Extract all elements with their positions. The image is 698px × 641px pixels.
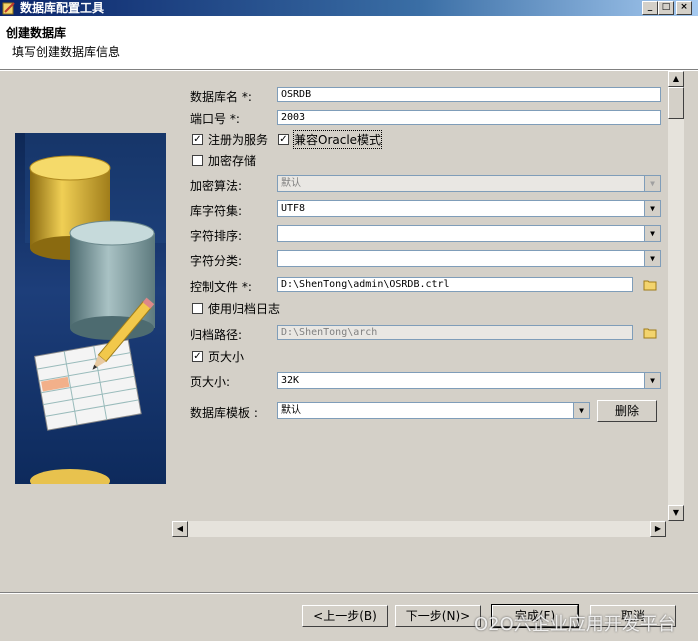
charset-value: UTF8 — [281, 203, 306, 214]
database-cylinders-icon — [25, 133, 166, 484]
page-title: 创建数据库 — [6, 26, 67, 40]
archive-path-input[interactable]: D:\ShenTong\arch — [277, 325, 633, 340]
charset-select[interactable]: UTF8 ▼ — [277, 200, 661, 217]
archive-path-label: 归档路径: — [190, 328, 243, 342]
page-size-value: 32K — [281, 375, 300, 386]
register-service-checkbox[interactable]: ✓ — [192, 134, 203, 145]
footer-divider-highlight — [0, 593, 698, 594]
vertical-scrollbar[interactable]: ▲ ▼ — [668, 71, 684, 521]
page-size-check-label: 页大小 — [208, 350, 245, 364]
oracle-compat-checkbox[interactable]: ✓ — [278, 134, 289, 145]
wizard-header: 创建数据库 填写创建数据库信息 — [0, 16, 698, 70]
collation-label: 字符排序: — [190, 229, 243, 243]
chevron-down-icon[interactable]: ▼ — [573, 403, 589, 418]
scroll-right-arrow-icon[interactable]: ▶ — [650, 521, 666, 537]
chevron-down-icon[interactable]: ▼ — [644, 373, 660, 388]
maximize-button[interactable]: □ — [658, 1, 674, 15]
chevron-down-icon[interactable]: ▼ — [644, 176, 660, 191]
app-icon — [2, 2, 15, 15]
folder-icon[interactable] — [643, 279, 657, 291]
db-name-label: 数据库名 *: — [190, 90, 252, 104]
template-label: 数据库模板 : — [190, 406, 258, 420]
title-bar: 数据库配置工具 _ □ × — [0, 0, 698, 16]
port-input[interactable]: 2003 — [277, 110, 661, 125]
db-name-input[interactable]: OSRDB — [277, 87, 661, 102]
vertical-scroll-thumb[interactable] — [668, 87, 684, 119]
minimize-button[interactable]: _ — [642, 1, 658, 15]
scroll-up-arrow-icon[interactable]: ▲ — [668, 71, 684, 87]
template-value: 默认 — [281, 405, 301, 416]
encrypt-algo-value: 默认 — [281, 178, 301, 189]
prev-button[interactable]: <上一步(B) — [302, 605, 388, 627]
template-select[interactable]: 默认 ▼ — [277, 402, 590, 419]
chevron-down-icon[interactable]: ▼ — [644, 201, 660, 216]
page-size-checkbox[interactable]: ✓ — [192, 351, 203, 362]
collation-select[interactable]: ▼ — [277, 225, 661, 242]
close-button[interactable]: × — [676, 1, 692, 15]
encrypt-algo-select[interactable]: 默认 ▼ — [277, 175, 661, 192]
scroll-left-arrow-icon[interactable]: ◀ — [172, 521, 188, 537]
folder-icon[interactable] — [643, 327, 657, 339]
chevron-down-icon[interactable]: ▼ — [644, 251, 660, 266]
next-button[interactable]: 下一步(N)> — [395, 605, 481, 627]
oracle-compat-label: 兼容Oracle模式 — [292, 130, 383, 149]
window-title: 数据库配置工具 — [20, 1, 105, 15]
archive-log-checkbox[interactable] — [192, 303, 203, 314]
page-size-label: 页大小: — [190, 375, 231, 389]
delete-template-button[interactable]: 删除 — [597, 400, 657, 422]
chevron-down-icon[interactable]: ▼ — [644, 226, 660, 241]
scroll-down-arrow-icon[interactable]: ▼ — [668, 505, 684, 521]
port-label: 端口号 *: — [190, 112, 240, 126]
page-size-select[interactable]: 32K ▼ — [277, 372, 661, 389]
page-subtitle: 填写创建数据库信息 — [12, 45, 121, 59]
control-file-input[interactable]: D:\ShenTong\admin\OSRDB.ctrl — [277, 277, 633, 292]
char-class-label: 字符分类: — [190, 254, 243, 268]
register-service-label: 注册为服务 — [208, 133, 269, 147]
encrypt-storage-checkbox[interactable] — [192, 155, 203, 166]
control-file-label: 控制文件 *: — [190, 280, 252, 294]
database-illustration — [15, 133, 166, 484]
horizontal-scrollbar[interactable]: ◀ ▶ — [172, 521, 666, 537]
archive-log-label: 使用归档日志 — [208, 302, 281, 316]
encrypt-storage-label: 加密存储 — [208, 154, 257, 168]
char-class-select[interactable]: ▼ — [277, 250, 661, 267]
watermark-text: O2O六企业应用开发平台 — [474, 614, 676, 635]
encrypt-algo-label: 加密算法: — [190, 179, 243, 193]
charset-label: 库字符集: — [190, 204, 243, 218]
